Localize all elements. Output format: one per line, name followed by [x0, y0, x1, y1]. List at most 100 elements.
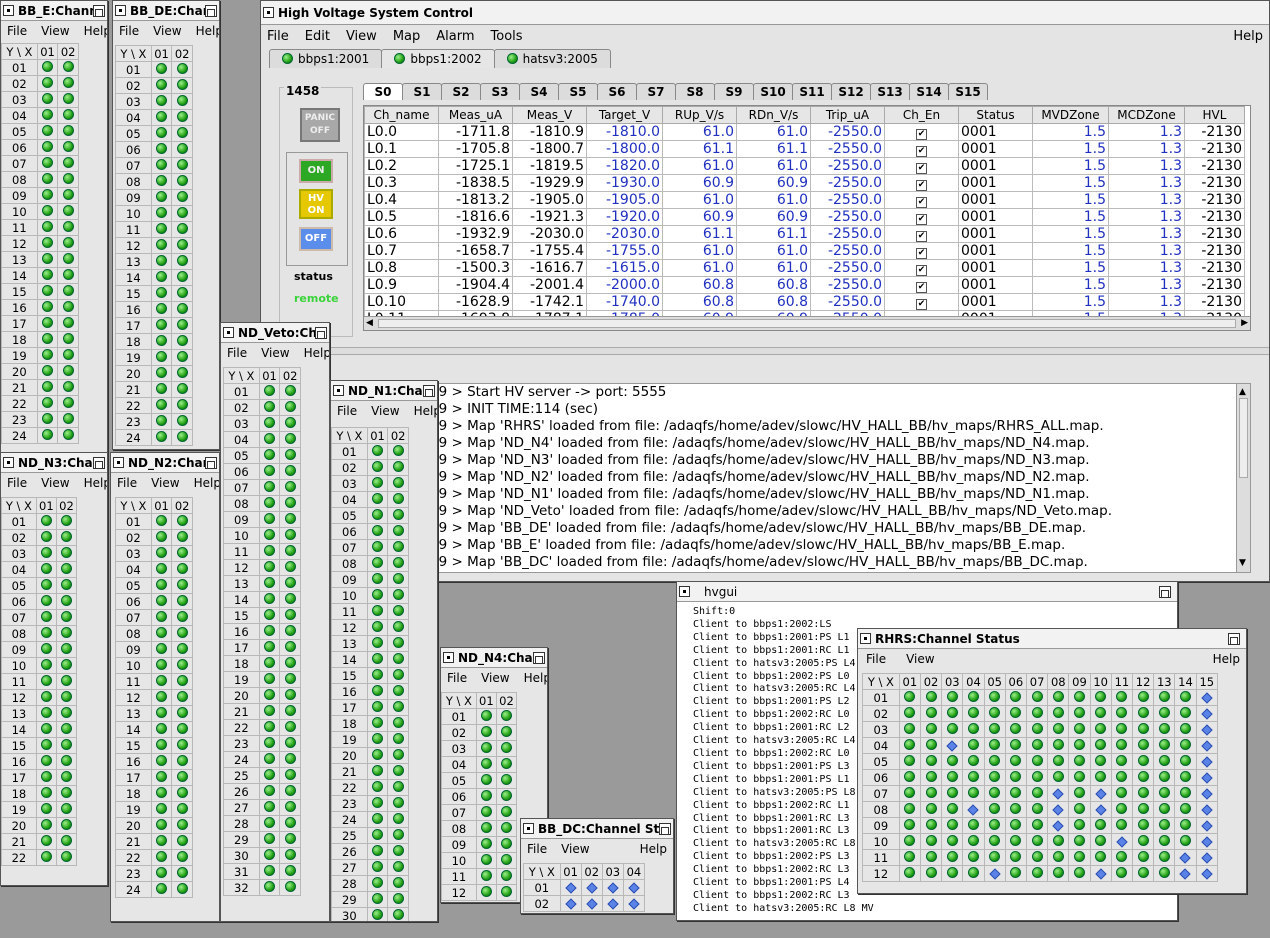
title-bar[interactable]: BB_E:Channel Status	[1, 1, 107, 21]
channel-cell[interactable]	[366, 459, 389, 476]
channel-cell[interactable]	[366, 747, 389, 764]
channel-cell[interactable]	[1004, 785, 1027, 802]
table-cell[interactable]: 60.9	[662, 208, 737, 226]
channel-cell[interactable]	[150, 253, 173, 270]
channel-cell[interactable]	[387, 875, 409, 892]
channel-cell[interactable]	[1131, 753, 1155, 770]
channel-cell[interactable]	[258, 815, 281, 832]
channel-cell[interactable]	[57, 379, 79, 396]
channel-cell[interactable]	[366, 635, 389, 652]
table-cell[interactable]: -1755.0	[586, 242, 663, 260]
column-header[interactable]: Ch_name	[364, 106, 439, 124]
channel-cell[interactable]	[366, 507, 389, 524]
channel-cell[interactable]	[898, 753, 921, 770]
channel-cell[interactable]	[279, 559, 301, 576]
enable-checkbox[interactable]: ✔	[916, 214, 927, 225]
channel-cell[interactable]	[1025, 737, 1049, 754]
table-cell[interactable]: -1615.0	[586, 259, 663, 277]
channel-cell[interactable]	[941, 849, 964, 866]
table-cell[interactable]: ✔	[884, 140, 959, 158]
channel-cell[interactable]	[150, 429, 173, 446]
channel-cell[interactable]	[55, 721, 78, 738]
table-cell[interactable]: 61.0	[662, 123, 737, 141]
menu-tools[interactable]: Tools	[491, 29, 523, 44]
channel-cell[interactable]	[150, 737, 173, 754]
channel-cell[interactable]	[475, 756, 497, 773]
channel-cell[interactable]	[57, 219, 79, 236]
channel-cell[interactable]	[1089, 689, 1112, 706]
channel-cell[interactable]	[150, 77, 173, 94]
channel-cell[interactable]	[1025, 769, 1049, 786]
channel-cell[interactable]	[258, 719, 281, 736]
tab-bbps1-2001[interactable]: bbps1:2001	[269, 49, 383, 68]
table-cell[interactable]: -2550.0	[810, 276, 885, 294]
tab-s4[interactable]: S4	[519, 83, 559, 100]
menu-help[interactable]: Help	[414, 404, 437, 418]
channel-cell[interactable]	[1195, 817, 1219, 834]
title-bar[interactable]: ND_Veto:Channel Status	[221, 323, 329, 343]
channel-cell[interactable]	[171, 769, 193, 786]
channel-cell[interactable]	[36, 59, 59, 76]
channel-cell[interactable]	[36, 379, 59, 396]
channel-cell[interactable]	[366, 891, 389, 908]
channel-cell[interactable]	[171, 429, 193, 446]
menu-file[interactable]: File	[447, 671, 467, 685]
table-row[interactable]: L0.7 -1658.7 -1755.4 -1755.0 61.0 61.0 -2550.0…	[364, 242, 1245, 260]
table-cell[interactable]: -2550.0	[810, 123, 885, 141]
title-bar[interactable]: High Voltage System Control	[261, 1, 1269, 25]
channel-cell[interactable]	[171, 61, 193, 78]
channel-cell[interactable]	[258, 431, 281, 448]
channel-cell[interactable]	[279, 815, 301, 832]
channel-cell[interactable]	[898, 833, 921, 850]
channel-cell[interactable]	[55, 513, 78, 530]
channel-cell[interactable]	[279, 527, 301, 544]
channel-cell[interactable]	[171, 865, 193, 882]
channel-cell[interactable]	[919, 865, 943, 882]
channel-cell[interactable]	[919, 817, 943, 834]
channel-cell[interactable]	[150, 109, 173, 126]
channel-cell[interactable]	[898, 737, 921, 754]
channel-cell[interactable]	[387, 507, 409, 524]
channel-cell[interactable]	[150, 301, 173, 318]
channel-cell[interactable]	[475, 708, 497, 725]
channel-cell[interactable]	[1025, 801, 1049, 818]
channel-cell[interactable]	[941, 753, 964, 770]
channel-cell[interactable]	[495, 884, 518, 901]
channel-cell[interactable]	[1089, 785, 1112, 802]
maximize-icon[interactable]	[315, 326, 327, 339]
column-header[interactable]: RDn_V/s	[736, 106, 811, 124]
channel-cell[interactable]	[171, 285, 193, 302]
channel-cell[interactable]	[1068, 817, 1091, 834]
channel-cell[interactable]	[962, 801, 985, 818]
channel-cell[interactable]	[171, 77, 193, 94]
channel-cell[interactable]	[983, 721, 1006, 738]
channel-cell[interactable]	[1174, 721, 1197, 738]
maximize-icon[interactable]	[1159, 585, 1171, 598]
on-button[interactable]: ON	[299, 159, 333, 183]
menu-file[interactable]: File	[527, 842, 547, 856]
channel-cell[interactable]	[983, 689, 1006, 706]
channel-cell[interactable]	[258, 847, 281, 864]
channel-cell[interactable]	[1110, 785, 1133, 802]
channel-cell[interactable]	[171, 577, 193, 594]
channel-cell[interactable]	[919, 737, 943, 754]
table-cell[interactable]: ✔	[884, 123, 959, 141]
channel-cell[interactable]	[1153, 833, 1176, 850]
channel-cell[interactable]	[475, 804, 497, 821]
column-header[interactable]: MCDZone	[1108, 106, 1185, 124]
channel-cell[interactable]	[366, 731, 389, 748]
maximize-icon[interactable]	[205, 4, 217, 17]
channel-cell[interactable]	[171, 593, 193, 610]
channel-cell[interactable]	[1153, 753, 1176, 770]
channel-cell[interactable]	[36, 283, 59, 300]
table-cell[interactable]: 61.0	[736, 259, 811, 277]
channel-cell[interactable]	[1110, 865, 1133, 882]
channel-cell[interactable]	[36, 155, 59, 172]
channel-cell[interactable]	[919, 721, 943, 738]
channel-cell[interactable]	[366, 475, 389, 492]
table-row[interactable]: L0.8 -1500.3 -1616.7 -1615.0 61.0 61.0 -2550.0…	[364, 259, 1245, 277]
channel-cell[interactable]	[495, 820, 518, 837]
channel-cell[interactable]	[1174, 785, 1197, 802]
channel-cell[interactable]	[279, 399, 301, 416]
channel-cell[interactable]	[150, 269, 173, 286]
